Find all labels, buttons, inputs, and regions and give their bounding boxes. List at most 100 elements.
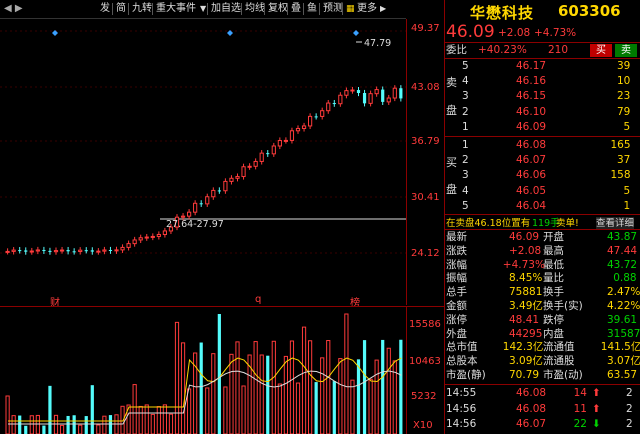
ask-level: 3 [462, 90, 469, 103]
chart-toolbar: ◀ ▶ 发 简 九转 重大事件 ▼ 加自选 均线 复权 叠 鱼 预测 ▦ 更多 … [0, 0, 406, 19]
tick-time: 14:56 [446, 402, 477, 415]
stat-value: 31587 [607, 327, 640, 340]
range-label: 27.64-27.97 [166, 219, 224, 230]
candle-body [271, 145, 276, 155]
volume-axis-label: X10 [413, 420, 433, 431]
chevron-right-icon[interactable]: ▶ [378, 2, 388, 16]
volume-bar [53, 414, 59, 434]
volume-bar [326, 340, 331, 434]
stat-value: 142.3亿 [502, 341, 544, 354]
stat-label: 外盘 [446, 327, 467, 340]
toolbar-item-add-watchlist[interactable]: 加自选 [209, 2, 243, 16]
toolbar-item-overlay[interactable]: 叠 [289, 2, 303, 16]
price-change-pct: +4.73% [534, 27, 577, 39]
candle-body [259, 152, 264, 162]
volume-bar [211, 353, 216, 434]
bid-level: 3 [462, 169, 469, 182]
stat-label: 流通股 [543, 355, 575, 368]
volume-bar [42, 425, 46, 434]
bid-volume: 37 [617, 154, 631, 167]
volume-bar [66, 415, 70, 434]
volume-chart[interactable] [0, 307, 406, 434]
stat-value: 3.49亿 [509, 300, 543, 312]
ask-price: 46.17 [516, 60, 547, 72]
volume-bar [289, 340, 295, 434]
volume-bar [259, 354, 264, 434]
stock-code: 603306 [558, 2, 621, 20]
toolbar-item-more[interactable]: 更多 [355, 2, 379, 16]
candle-body [29, 250, 34, 253]
volume-bar [253, 341, 258, 434]
bid-price: 46.07 [516, 154, 547, 167]
candle-body [223, 180, 228, 192]
stat-label: 最低 [543, 258, 564, 271]
candle-body [72, 251, 76, 253]
weibi-ratio: +40.23% [478, 44, 527, 56]
volume-bar [344, 313, 349, 434]
bid-level: 5 [462, 199, 469, 212]
volume-bar [381, 339, 385, 434]
candle-body [144, 236, 149, 239]
toolbar-item-jiuzhuan[interactable]: 九转 [130, 2, 154, 16]
candle-body [132, 239, 137, 245]
volume-bar [11, 415, 16, 434]
sell-button[interactable]: 卖 [615, 44, 637, 57]
volume-bar [168, 413, 174, 434]
stat-label: 开盘 [543, 231, 564, 243]
stat-value: +2.08 [509, 244, 542, 257]
toolbar-item-major-events[interactable]: 重大事件 [154, 2, 198, 16]
bid-price: 46.04 [516, 199, 547, 212]
toolbar-item-jian[interactable]: 简 [114, 2, 128, 16]
toolbar-item-fish[interactable]: 鱼 [305, 2, 319, 16]
candle-body [362, 92, 367, 104]
marker-q[interactable]: q [255, 294, 261, 305]
kline-price-axis: 49.37 43.08 36.79 30.41 24.12 [406, 19, 445, 305]
volume-axis-label: 10463 [409, 356, 441, 367]
divider [444, 42, 640, 43]
buy-button[interactable]: 买 [590, 44, 612, 57]
volume-bar [180, 342, 186, 434]
volume-bar [332, 381, 336, 434]
stat-value: 141.5亿 [600, 341, 640, 354]
stat-label: 涨幅 [446, 258, 467, 271]
stat-label: 涨停 [446, 313, 467, 326]
kline-chart[interactable] [0, 19, 406, 305]
candle-body [277, 140, 282, 147]
volume-bar [338, 358, 343, 434]
tick-volume: 22 [573, 418, 587, 430]
stat-value: 47.44 [607, 244, 638, 257]
candle-body [205, 196, 210, 205]
volume-bar [308, 340, 313, 434]
candle-body [84, 250, 88, 252]
toolbar-item-fa[interactable]: 发 [98, 2, 112, 16]
volume-bar [24, 425, 28, 434]
volume-bar [96, 424, 101, 434]
volume-bar [362, 340, 367, 434]
stat-value: 8.45% [509, 272, 543, 285]
stat-value: 46.09 [509, 231, 540, 243]
volume-bar [5, 395, 10, 434]
stat-label: 最高 [543, 244, 564, 257]
volume-bar [108, 415, 113, 434]
ask-price: 46.16 [516, 75, 547, 88]
candle-body [5, 250, 10, 253]
tick-price: 46.08 [516, 402, 547, 415]
volume-bar [314, 382, 318, 434]
stat-label: 总市值 [446, 341, 478, 354]
volume-axis-label: 15586 [409, 319, 441, 330]
candle-body [301, 125, 307, 129]
divider [444, 136, 640, 137]
candle-body [180, 215, 186, 218]
ask-volume: 23 [617, 90, 631, 103]
candle-body [156, 233, 161, 237]
candle-body [241, 166, 246, 178]
volume-bar [102, 415, 107, 434]
price-change: +2.08 [498, 27, 531, 39]
left-right-arrows[interactable]: ◀ ▶ [2, 2, 25, 16]
candle-body [108, 249, 113, 251]
current-price: 46.09 [446, 22, 495, 42]
stat-value: 3.07亿 [607, 355, 640, 368]
tick-volume: 14 [573, 387, 587, 399]
tick-count: 2 [626, 402, 633, 415]
candle-body [138, 237, 143, 241]
